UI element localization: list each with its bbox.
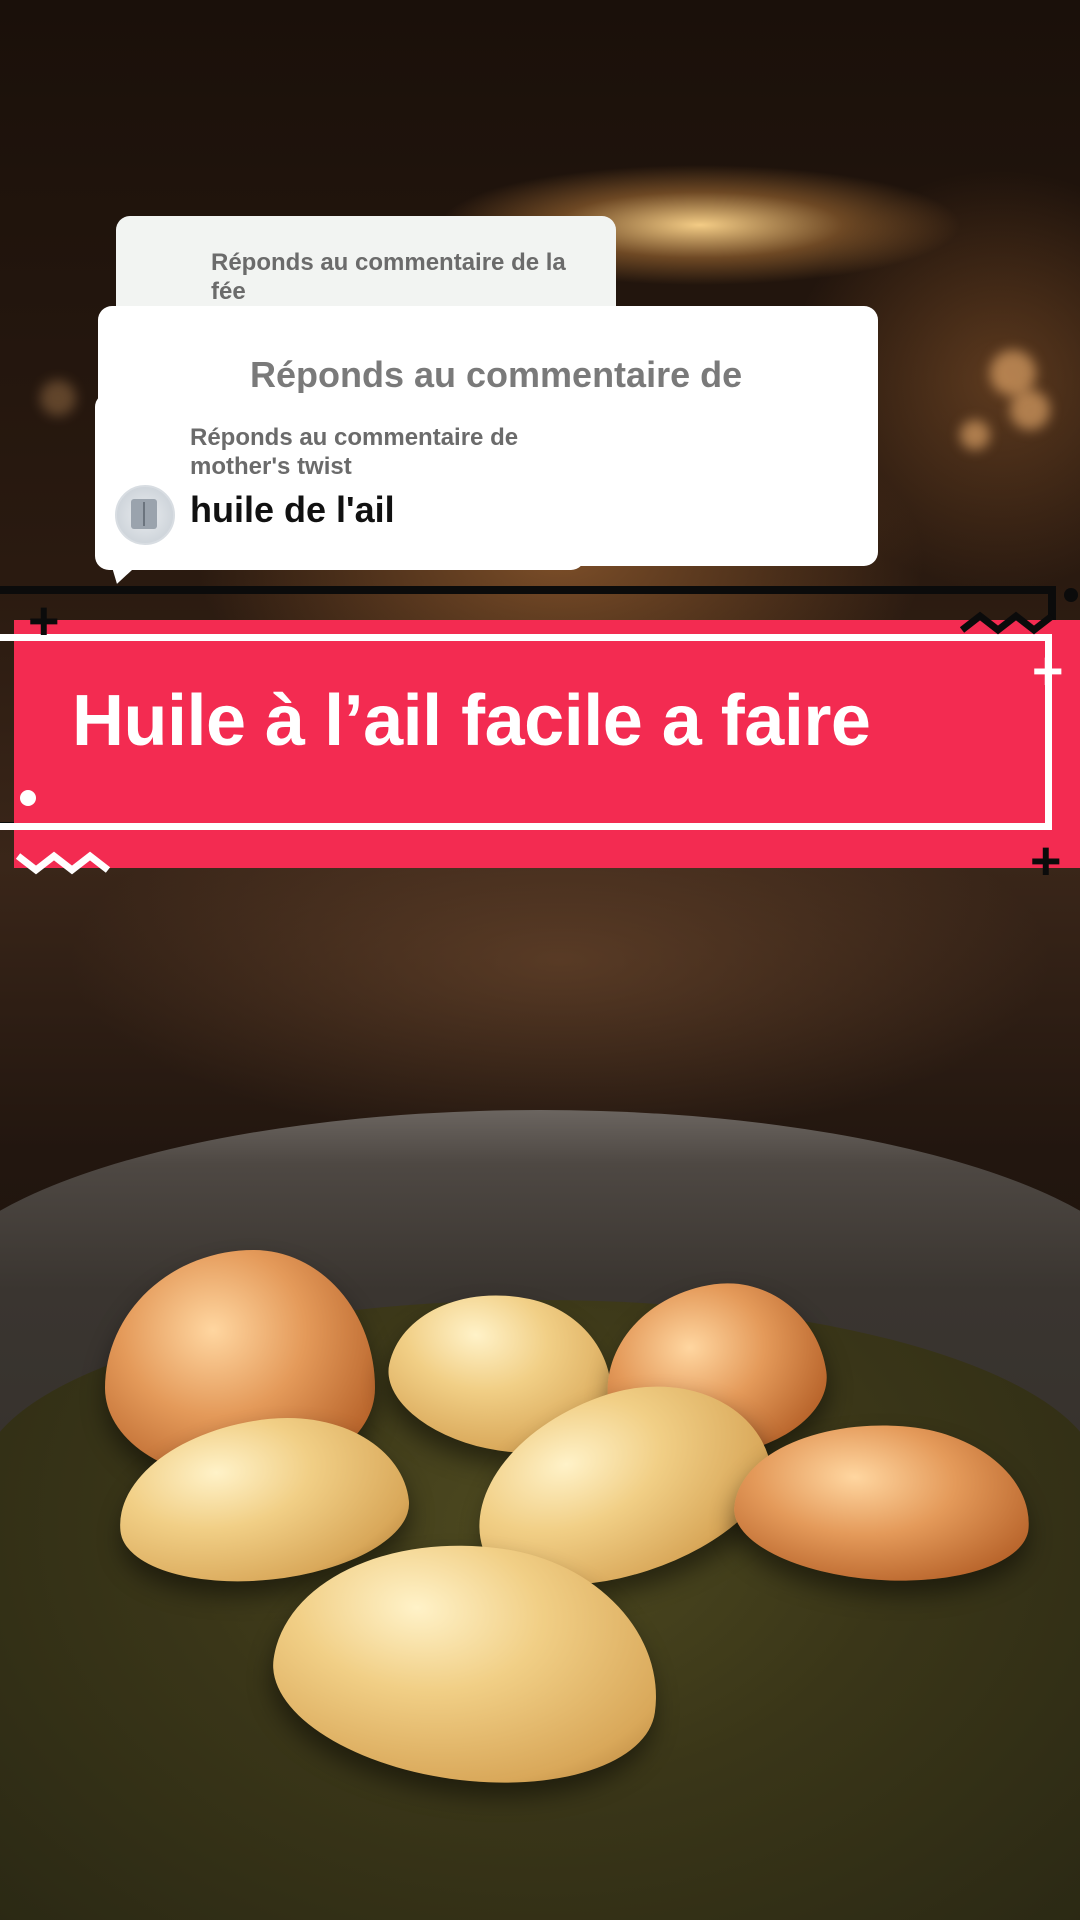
zigzag-icon <box>960 611 1055 635</box>
reply-bubble-front[interactable]: Réponds au commentaire de mother's twist… <box>95 393 585 570</box>
avatar[interactable] <box>115 485 175 545</box>
video-title: Huile à l’ail facile a faire <box>72 681 871 761</box>
comment-text: huile de l'ail <box>190 489 395 530</box>
plus-icon: + <box>28 591 60 651</box>
reply-label: Réponds au commentaire de la fée <box>211 249 566 305</box>
plus-icon: + <box>1032 641 1064 701</box>
fridge-icon <box>131 499 157 529</box>
dot-icon <box>1064 588 1078 602</box>
reply-label: Réponds au commentaire de <box>250 354 743 395</box>
reply-label: Réponds au commentaire de mother's twist <box>190 424 519 480</box>
zigzag-icon <box>16 851 111 875</box>
plus-icon: + <box>1030 831 1062 891</box>
dot-icon <box>20 790 36 806</box>
reply-bubble-back[interactable]: Réponds au commentaire de la fée <box>116 216 616 320</box>
